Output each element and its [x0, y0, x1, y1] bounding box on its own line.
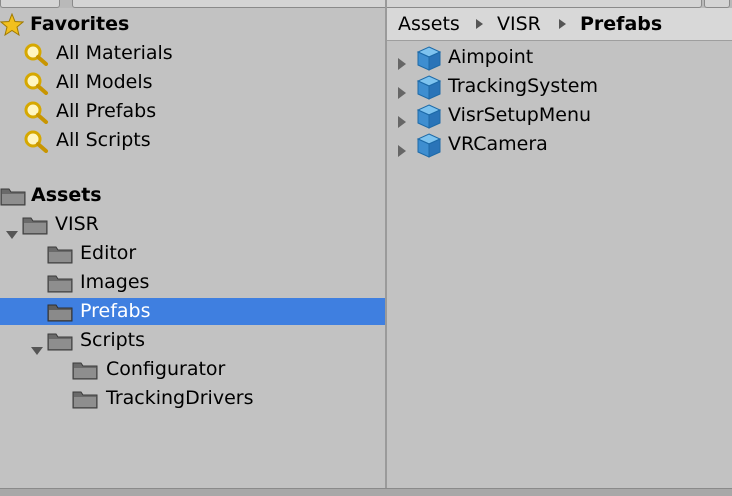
tree-item-label: TrackingDrivers: [106, 387, 254, 409]
tree-item-prefabs[interactable]: Prefabs: [0, 298, 385, 325]
tree-item-editor[interactable]: Editor: [0, 240, 385, 267]
breadcrumb-item-assets[interactable]: Assets: [398, 12, 460, 36]
asset-item-aimpoint[interactable]: Aimpoint: [387, 43, 732, 72]
breadcrumb-item-prefabs[interactable]: Prefabs: [580, 12, 662, 36]
folder-icon: [0, 186, 26, 214]
tree-item-trackingdrivers[interactable]: TrackingDrivers: [0, 385, 385, 412]
asset-item-visrsetupmenu[interactable]: VisrSetupMenu: [387, 101, 732, 130]
asset-item-vrcamera[interactable]: VRCamera: [387, 130, 732, 159]
favorite-item-label: All Prefabs: [56, 100, 157, 122]
asset-label: Aimpoint: [448, 46, 534, 68]
favorite-item-label: All Models: [56, 71, 153, 93]
tree-item-scripts[interactable]: Scripts: [0, 327, 385, 355]
assets-root[interactable]: Assets: [0, 182, 385, 209]
toolbar-strip: [0, 0, 732, 8]
favorites-label: Favorites: [30, 13, 130, 35]
tree-item-label: Scripts: [80, 329, 146, 351]
favorite-item-models[interactable]: All Models: [0, 69, 385, 96]
folder-contents-panel: Assets VISR Prefabs Aimpoint TrackingSys…: [387, 8, 732, 488]
folder-icon: [72, 360, 98, 388]
search-bar-edge[interactable]: [72, 0, 702, 8]
toolbar-button-edge[interactable]: [704, 0, 730, 8]
tree-item-visr[interactable]: VISR: [0, 211, 385, 239]
assets-root-label: Assets: [31, 184, 102, 206]
tree-item-label: VISR: [55, 213, 99, 235]
folder-icon: [47, 273, 73, 301]
favorite-item-prefabs[interactable]: All Prefabs: [0, 98, 385, 125]
tree-item-label: Editor: [80, 242, 137, 264]
breadcrumb-separator-icon: [476, 19, 483, 29]
tree-item-label: Prefabs: [80, 300, 151, 322]
folder-icon: [47, 331, 73, 359]
project-tree-panel: Favorites All Materials All Models All P…: [0, 8, 385, 488]
favorite-item-label: All Materials: [56, 42, 173, 64]
toolbar-segment[interactable]: [0, 0, 60, 8]
tree-item-label: Configurator: [106, 358, 226, 380]
asset-label: VRCamera: [448, 133, 548, 155]
favorite-item-materials[interactable]: All Materials: [0, 40, 385, 67]
asset-item-trackingsystem[interactable]: TrackingSystem: [387, 72, 732, 101]
tree-item-configurator[interactable]: Configurator: [0, 356, 385, 383]
folder-icon: [47, 244, 73, 272]
folder-icon: [47, 302, 73, 330]
expand-arrow-icon[interactable]: [397, 138, 407, 167]
breadcrumb: Assets VISR Prefabs: [387, 8, 732, 41]
favorite-item-scripts[interactable]: All Scripts: [0, 127, 385, 154]
favorite-item-label: All Scripts: [56, 129, 151, 151]
breadcrumb-separator-icon: [559, 19, 566, 29]
asset-label: TrackingSystem: [448, 75, 598, 97]
folder-icon: [22, 215, 48, 243]
asset-label: VisrSetupMenu: [448, 104, 592, 126]
folder-icon: [72, 389, 98, 417]
magnifier-icon: [23, 129, 49, 161]
breadcrumb-item-visr[interactable]: VISR: [497, 12, 541, 36]
prefab-cube-icon: [416, 133, 442, 167]
tree-item-label: Images: [80, 271, 150, 293]
tree-item-images[interactable]: Images: [0, 269, 385, 296]
favorites-header[interactable]: Favorites: [0, 11, 385, 38]
